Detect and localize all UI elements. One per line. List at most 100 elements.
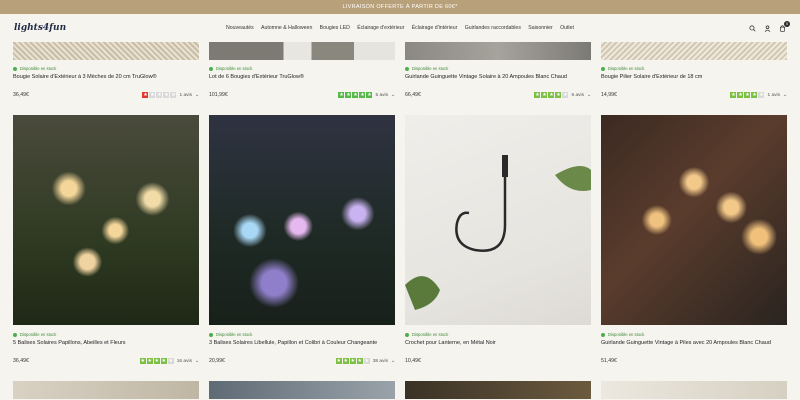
product-card[interactable]: Disponible en stock Bougie Solaire d'Ext…: [13, 42, 199, 98]
nav-item-bougies-led[interactable]: Bougies LED: [320, 25, 350, 31]
product-title[interactable]: Bougie Solaire d'Extérieur à 3 Mèches de…: [13, 74, 199, 84]
product-price: 36,49€: [13, 358, 29, 364]
product-card[interactable]: Disponible en stock Guirlande Guinguette…: [601, 115, 787, 364]
product-price: 101,99€: [209, 92, 228, 98]
chevron-down-icon: ⌄: [782, 92, 787, 98]
account-icon[interactable]: [764, 24, 771, 32]
in-stock-dot-icon: [13, 66, 17, 71]
review-count: 16 avis: [176, 358, 192, 364]
product-image[interactable]: [209, 42, 395, 60]
star-rating: ★ ★ ★ ★ ★: [335, 358, 370, 364]
rating[interactable]: ★ ★ ★ ★ ★ 38 avis ⌄: [335, 358, 395, 364]
product-price: 10,49€: [405, 358, 421, 364]
star-icon: ★: [160, 358, 167, 364]
promo-banner[interactable]: LIVRAISON OFFERTE À PARTIR DE 60€*: [0, 0, 800, 14]
main-nav: Nouveautés Automne & Halloween Bougies L…: [226, 25, 574, 31]
product-title[interactable]: Bougie Pilier Solaire d'Extérieur de 18 …: [601, 74, 787, 84]
review-count: 1 avis: [179, 92, 192, 98]
product-title[interactable]: Crochet pour Lanterne, en Métal Noir: [405, 340, 591, 350]
product-grid: Disponible en stock Bougie Solaire d'Ext…: [13, 42, 787, 399]
star-icon: ★: [541, 92, 548, 98]
product-image[interactable]: [405, 115, 591, 325]
product-card[interactable]: [13, 381, 199, 399]
product-title[interactable]: Guirlande Guinguette Vintage Solaire à 2…: [405, 74, 591, 84]
rating[interactable]: ★ ★ ★ ★ ★ 1 avis ⌄: [730, 92, 787, 98]
rating[interactable]: ★ ★ ★ ★ ★ 1 avis ⌄: [142, 92, 199, 98]
stock-status: Disponible en stock: [405, 66, 591, 71]
rating[interactable]: ★ ★ ★ ★ ★ 6 avis ⌄: [534, 92, 591, 98]
product-card[interactable]: Disponible en stock 5 Balises Solaires P…: [13, 115, 199, 364]
nav-item-nouveautes[interactable]: Nouveautés: [226, 25, 254, 31]
nav-item-outlet[interactable]: Outlet: [560, 25, 574, 31]
promo-text: LIVRAISON OFFERTE À PARTIR DE 60€*: [342, 4, 458, 10]
product-price: 14,99€: [601, 92, 617, 98]
star-icon: ★: [342, 358, 349, 364]
star-rating: ★ ★ ★ ★ ★: [338, 92, 373, 98]
product-price: 36,49€: [13, 92, 29, 98]
star-icon: ★: [363, 358, 370, 364]
product-image[interactable]: [209, 115, 395, 325]
site-header: lights4fun Nouveautés Automne & Hallowee…: [0, 14, 800, 42]
product-image[interactable]: [601, 381, 787, 399]
product-title[interactable]: 3 Balises Solaires Libellule, Papillon e…: [209, 340, 395, 350]
product-image[interactable]: [601, 115, 787, 325]
star-icon: ★: [744, 92, 751, 98]
product-title[interactable]: Guirlande Guinguette Vintage à Piles ave…: [601, 340, 787, 350]
lantern-hook-illustration: [405, 155, 591, 310]
product-card[interactable]: [209, 381, 395, 399]
product-image[interactable]: [601, 42, 787, 60]
product-card[interactable]: Disponible en stock 3 Balises Solaires L…: [209, 115, 395, 364]
search-icon[interactable]: [749, 24, 756, 32]
nav-item-eclairage-exterieur[interactable]: Éclairage d'extérieur: [357, 25, 404, 31]
in-stock-dot-icon: [209, 332, 213, 337]
star-icon: ★: [139, 358, 146, 364]
logo[interactable]: lights4fun: [14, 23, 134, 33]
star-icon: ★: [555, 92, 562, 98]
product-card[interactable]: Disponible en stock Guirlande Guinguette…: [405, 42, 591, 98]
cart-icon[interactable]: 0: [779, 20, 790, 32]
in-stock-dot-icon: [405, 332, 409, 337]
star-icon: ★: [345, 92, 352, 98]
product-card[interactable]: Disponible en stock Bougie Pilier Solair…: [601, 42, 787, 98]
chevron-down-icon: ⌄: [586, 92, 591, 98]
product-image[interactable]: [405, 42, 591, 60]
product-card[interactable]: Disponible en stock Lot de 6 Bougies d'E…: [209, 42, 395, 98]
star-rating: ★ ★ ★ ★ ★: [142, 92, 177, 98]
product-image[interactable]: [405, 381, 591, 399]
in-stock-dot-icon: [601, 332, 605, 337]
product-price: 66,49€: [405, 92, 421, 98]
star-icon: ★: [156, 92, 163, 98]
product-card[interactable]: [601, 381, 787, 399]
star-icon: ★: [562, 92, 569, 98]
review-count: 1 avis: [767, 92, 780, 98]
stock-status: Disponible en stock: [209, 66, 395, 71]
star-icon: ★: [730, 92, 737, 98]
nav-item-eclairage-interieur[interactable]: Éclairage d'intérieur: [412, 25, 458, 31]
star-icon: ★: [737, 92, 744, 98]
product-card[interactable]: Disponible en stock Crochet pour Lantern…: [405, 115, 591, 364]
product-title[interactable]: 5 Balises Solaires Papillons, Abeilles e…: [13, 340, 199, 350]
stock-status: Disponible en stock: [209, 332, 395, 337]
star-icon: ★: [359, 92, 366, 98]
star-icon: ★: [338, 92, 345, 98]
star-icon: ★: [149, 92, 156, 98]
review-count: 5 avis: [375, 92, 388, 98]
product-image[interactable]: [13, 42, 199, 60]
rating[interactable]: ★ ★ ★ ★ ★ 16 avis ⌄: [139, 358, 199, 364]
product-price: 20,99€: [209, 358, 225, 364]
nav-item-guirlandes[interactable]: Guirlandes raccordables: [465, 25, 521, 31]
star-icon: ★: [167, 358, 174, 364]
chevron-down-icon: ⌄: [390, 92, 395, 98]
product-image[interactable]: [13, 115, 199, 325]
product-card[interactable]: [405, 381, 591, 399]
in-stock-dot-icon: [405, 66, 409, 71]
stock-status: Disponible en stock: [405, 332, 591, 337]
nav-item-saisonnier[interactable]: Saisonnier: [528, 25, 553, 31]
rating[interactable]: ★ ★ ★ ★ ★ 5 avis ⌄: [338, 92, 395, 98]
product-image[interactable]: [209, 381, 395, 399]
cart-count-badge: 0: [784, 20, 790, 27]
product-image[interactable]: [13, 381, 199, 399]
product-title[interactable]: Lot de 6 Bougies d'Extérieur TruGlow®: [209, 74, 395, 84]
stock-status: Disponible en stock: [601, 332, 787, 337]
nav-item-automne-halloween[interactable]: Automne & Halloween: [261, 25, 312, 31]
